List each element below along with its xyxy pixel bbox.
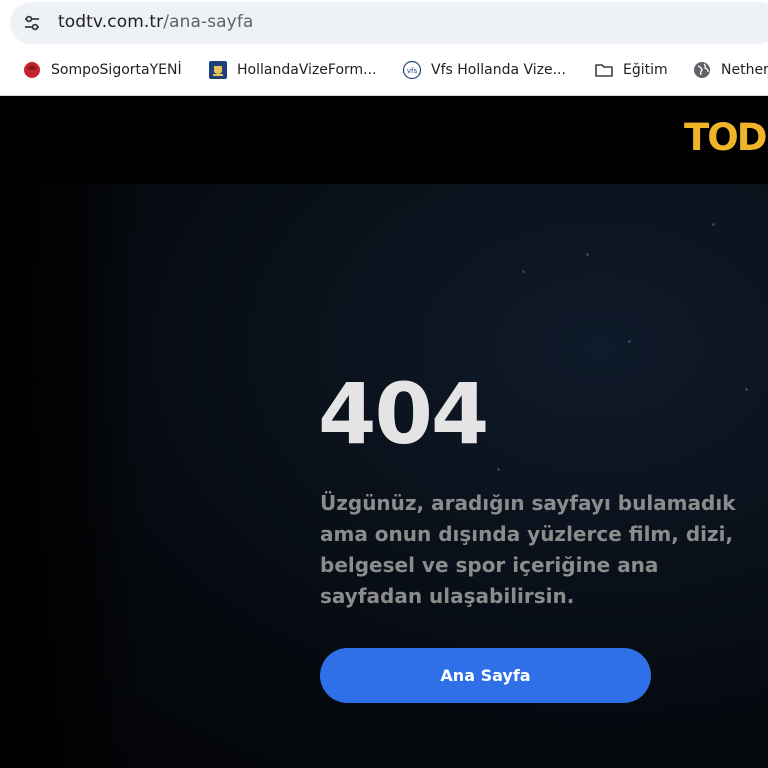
decorative-star	[745, 388, 748, 391]
error-message: Üzgünüz, aradığın sayfayı bulamadık ama …	[320, 491, 736, 608]
bookmark-label: Nether	[721, 62, 768, 78]
folder-icon	[595, 64, 613, 77]
bookmark-folder-egitim[interactable]: Eğitim	[594, 58, 668, 82]
decorative-star	[522, 270, 525, 273]
bookmark-sompo[interactable]: SompoSigortaYENİ	[22, 58, 182, 82]
browser-chrome: todtv.com.tr/ana-sayfa SompoSigortaYENİ …	[0, 0, 768, 96]
sompo-logo-icon	[24, 62, 40, 78]
bookmark-label: SompoSigortaYENİ	[51, 62, 182, 78]
bookmarks-bar: SompoSigortaYENİ HollandaVizeForm... vfs…	[0, 50, 768, 90]
url-path: /ana-sayfa	[163, 12, 254, 32]
tod-logo[interactable]: TOD	[684, 116, 767, 159]
error-code: 404	[318, 365, 489, 463]
netherlands-crest-icon	[209, 61, 227, 79]
decorative-star	[586, 253, 589, 256]
decorative-star	[497, 468, 500, 471]
page-content: TOD 404 Üzgünüz, aradığın sayfayı bulama…	[0, 96, 768, 768]
decorative-star	[628, 340, 631, 343]
globe-icon	[694, 62, 710, 78]
url-host: todtv.com.tr	[58, 12, 164, 32]
bookmark-label: Vfs Hollanda Vize...	[431, 62, 566, 78]
svg-text:vfs: vfs	[407, 67, 418, 75]
decorative-star	[712, 223, 715, 226]
bookmark-nether[interactable]: Nether	[692, 58, 768, 82]
hero-fade	[0, 184, 140, 768]
address-bar[interactable]: todtv.com.tr/ana-sayfa	[10, 2, 768, 44]
bookmark-label: Eğitim	[623, 62, 668, 78]
bookmark-hollanda-vize-form[interactable]: HollandaVizeForm...	[208, 58, 377, 82]
bookmark-vfs-hollanda-vize[interactable]: vfs Vfs Hollanda Vize...	[402, 58, 566, 82]
site-header: TOD	[0, 96, 768, 184]
bookmark-label: HollandaVizeForm...	[237, 62, 377, 78]
home-button[interactable]: Ana Sayfa	[320, 648, 651, 703]
site-settings-icon[interactable]	[22, 13, 42, 33]
vfs-logo-icon: vfs	[402, 60, 422, 80]
url-text[interactable]: todtv.com.tr/ana-sayfa	[58, 12, 253, 32]
